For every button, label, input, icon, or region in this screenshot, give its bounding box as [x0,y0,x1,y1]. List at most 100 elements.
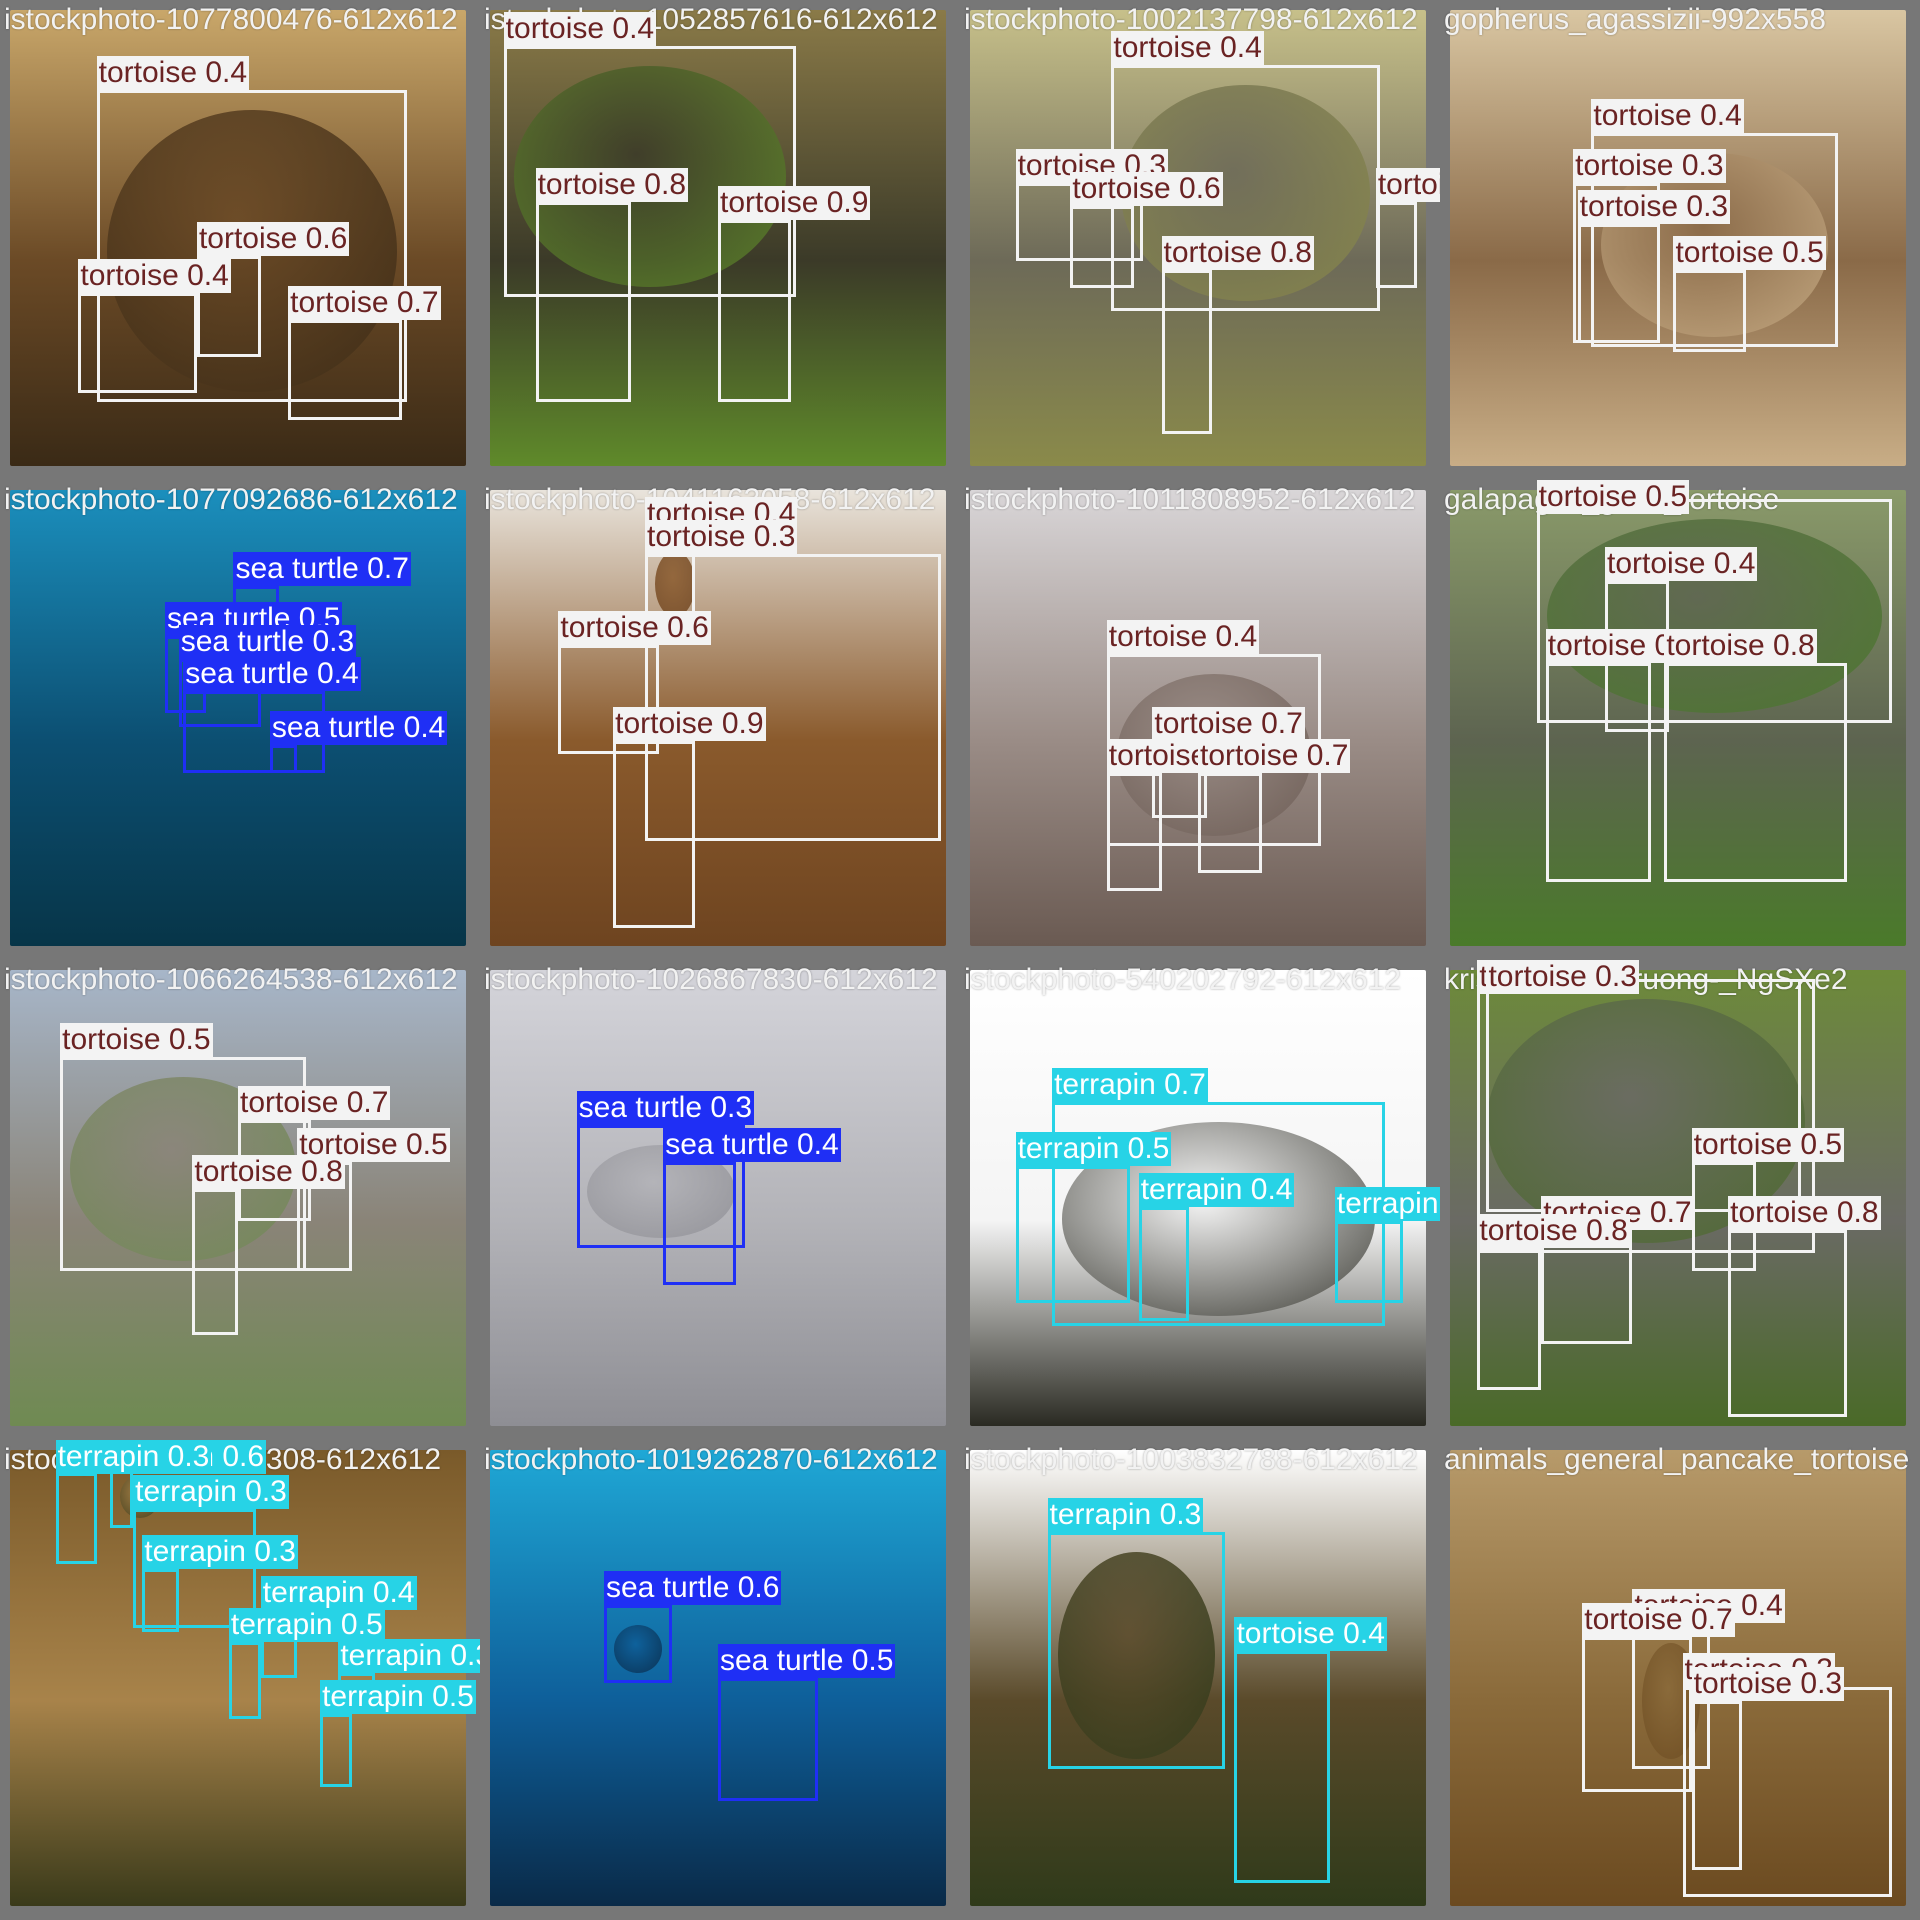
detection-label: tortoise 0.4 [1605,547,1758,582]
detection-label: sea turtle 0.7 [233,551,411,586]
image-tile: istockphoto-1003832788-612x612 terrapin 0… [960,1440,1440,1920]
detection-label: tortoise 0.5 [1691,1127,1845,1162]
detection-label: tortoise 0.4 [1591,99,1744,134]
detection-label: tortoise 0.9 [718,185,871,220]
image-filename: istockphoto-1077800476-612x612 [4,3,458,36]
detection-label: tortoise 0.8 [1477,1214,1630,1249]
bounding-box [613,740,696,928]
bounding-box [718,219,791,403]
detection-label: terrapin 0.4 [1138,1173,1295,1208]
image-filename: istockphoto-1011808952-612x612 [964,483,1416,516]
bounding-box [1577,224,1660,343]
detection-label: terrapin 0.3 [142,1534,298,1569]
bounding-box [1234,1650,1331,1884]
image-tile: istockphoto-1052857616-612x612 tortoise 0… [480,0,960,480]
image-filename: istockphoto-1066264538-612x612 [4,963,458,996]
bounding-box [1198,772,1262,874]
image-tile: istockphoto-121915308-612x612terrapin 0.… [0,1440,480,1920]
detection-label: terrapin 0.4 [260,1575,417,1610]
bounding-box [228,1641,261,1720]
detection-label: tortoise 0.6 [558,611,711,646]
image-filename: istockphoto-540202792-612x612 [964,963,1402,996]
image-tile: galapagos_giant_tortoisetortoise 0.5tort… [1440,480,1920,960]
image-tile: istockphoto-1011808952-612x612 tortoise 0… [960,480,1440,960]
detection-label: tortoise 0.3 [1375,167,1440,202]
bounding-box [288,320,403,421]
detection-label: sea turtle 0.6 [604,1571,782,1606]
detection-label: tortoise 0.3 [1573,149,1726,184]
bounding-box [1664,663,1847,883]
bounding-box [269,745,298,773]
bounding-box [320,1714,352,1788]
detection-label: tortoise 0.4 [1234,1616,1387,1651]
bounding-box [1375,201,1417,289]
detection-label: tortoise 0.8 [1161,235,1314,270]
bounding-box [1047,1532,1226,1770]
detection-label: tortoise 0.8 [1664,629,1817,664]
bounding-box [1015,1166,1130,1303]
bounding-box [1138,1207,1189,1322]
image-tile: istockphoto-1026867830-612x612 sea turtle… [480,960,960,1440]
image-tile: kristen-vernkaruong-_NgSXe2 tortoise 0.3 t… [1440,960,1920,1440]
detection-label: tortoise 0.7 [1198,738,1351,773]
detection-label: tortoise 0.5 [60,1022,213,1057]
detection-label: tortoise 0.3 [645,519,798,554]
detection-label: tortoise 0.5 [1673,235,1826,270]
image-filename: istockphoto-1077092686-612x612 [4,483,458,516]
detection-mosaic: istockphoto-1077800476-612x612 tortoise 0… [0,0,1920,1920]
detection-label: tortoise 0.4 [503,12,657,47]
image-tile: animals_general_pancake_tortoise tortoise… [1440,1440,1920,1920]
image-filename: istockphoto-1019262870-612x612 [484,1443,938,1476]
detection-label: tortoise 0.3 [1691,1666,1845,1701]
detection-label: tortoise 0.4 [96,55,250,90]
bounding-box [1477,1248,1542,1390]
bounding-box [663,1161,737,1285]
bounding-box [1334,1220,1404,1303]
image-filename: istockphoto-1003832788-612x612 [964,1443,1418,1476]
bounding-box [192,1188,238,1335]
bounding-box [1545,663,1651,883]
detection-label: terrapin 0.3 [338,1639,480,1674]
detection-label: tortoise 0.4 [78,258,231,293]
detection-label: terrapin 0.3 [55,1440,212,1474]
detection-label: tortoise 0.9 [613,706,766,741]
detection-label: tortoise 0.8 [192,1154,345,1189]
detection-label: tortoise 0.7 [288,286,441,321]
detection-label: terrapin 0.5 [1015,1132,1172,1167]
bounding-box [78,292,197,394]
detection-label: tortoise 0.5 [1536,480,1690,514]
image-filename: animals_general_pancake_tortoise [1444,1443,1910,1476]
detection-label: terrapin 0.5 [228,1607,385,1642]
detection-label: tortoise 0.3 [1577,190,1731,225]
detection-label: sea turtle 0.4 [183,656,361,691]
detection-label: sea turtle 0.5 [718,1644,896,1678]
bounding-box [1728,1229,1847,1417]
detection-label: sea turtle 0.3 [576,1091,755,1126]
bounding-box [142,1568,179,1633]
detection-label: terrapin 0.3 [133,1475,289,1510]
detection-label: tortoise 0.8 [1728,1195,1881,1230]
bounding-box [1673,269,1747,352]
detection-label: terrapin 0.5 [320,1680,476,1715]
detection-label: tortoise 0.7 [1152,706,1305,741]
image-tile: istockphoto-1041163058-612x612tortoise 0… [480,480,960,960]
detection-label: tortoise 0.4 [1111,30,1264,65]
image-filename: istockphoto-1026867830-612x612 [484,963,938,996]
bounding-box [1582,1636,1692,1792]
bounding-box [1070,206,1135,289]
detection-label: terrapin 0.3 [1047,1498,1204,1533]
detection-label: sea turtle 0.4 [663,1127,841,1162]
bounding-box [535,201,632,403]
detection-label: sea turtle 0.3 [178,624,357,659]
bounding-box [604,1605,673,1683]
detection-label: terrapin 0.7 [1052,1068,1208,1103]
detection-label: tortoise 0.4 [1106,620,1260,655]
detection-label: terrapin 0.3 [1334,1186,1440,1221]
image-tile: gopherus_agassizii-992x558 tortoise 0.4 to… [1440,0,1920,480]
image-tile: istockphoto-540202792-612x612 terrapin 0.… [960,960,1440,1440]
image-tile: istockphoto-1077092686-612x612 sea turtle… [0,480,480,960]
detection-label: tortoise 0.3 [1486,960,1639,994]
bounding-box [718,1678,819,1802]
bounding-box [1691,1700,1742,1870]
image-tile: istockphoto-1002137798-612x612 tortoise 0… [960,0,1440,480]
